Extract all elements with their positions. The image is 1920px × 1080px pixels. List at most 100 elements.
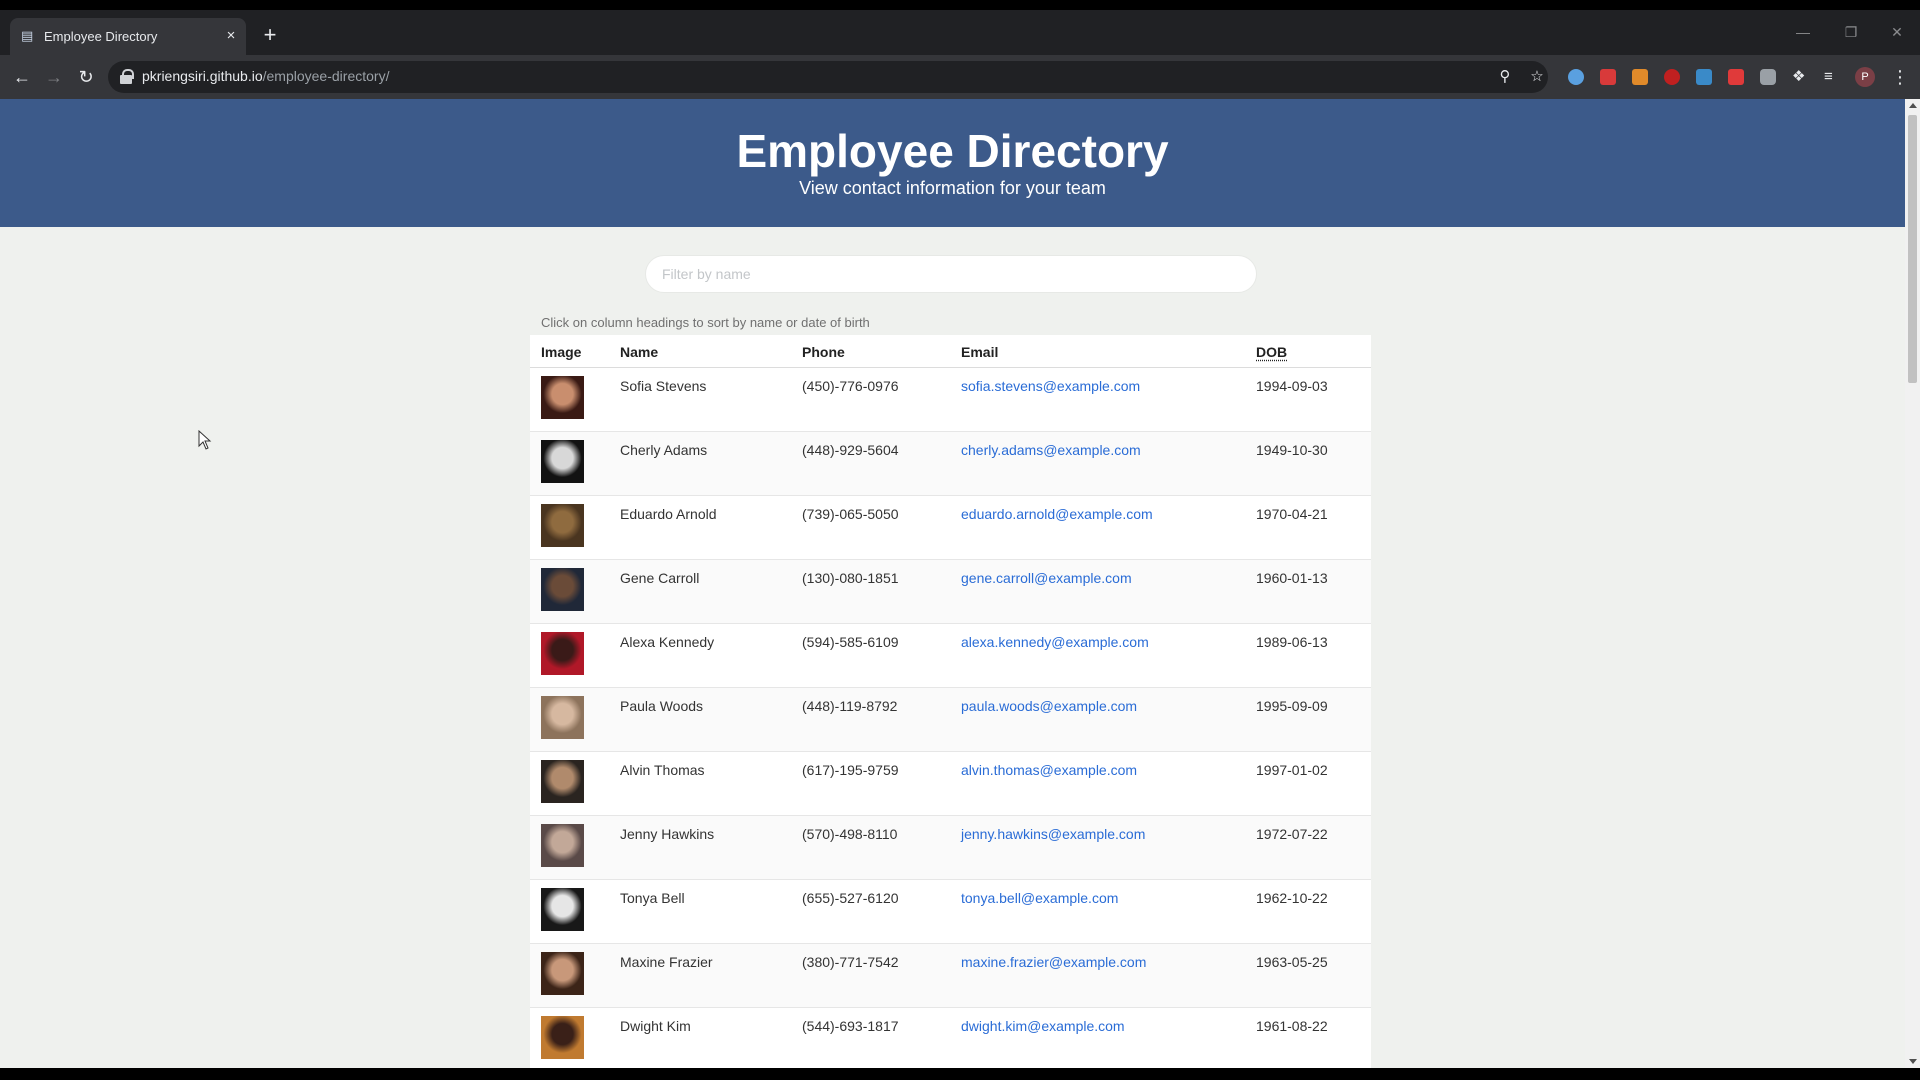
camera-icon[interactable]: [1760, 69, 1776, 85]
employee-phone: (655)-527-6120: [802, 890, 899, 906]
employee-dob: 1961-08-22: [1256, 1018, 1328, 1034]
employee-name: Maxine Frazier: [620, 954, 713, 970]
employee-phone: (570)-498-8110: [802, 826, 898, 842]
window-close-icon[interactable]: ✕: [1882, 22, 1912, 42]
employee-phone: (448)-119-8792: [802, 698, 898, 714]
table-row: Tonya Bell (655)-527-6120 tonya.bell@examp…: [530, 880, 1371, 944]
tab-title: Employee Directory: [44, 29, 158, 44]
profile-avatar[interactable]: P: [1855, 67, 1875, 87]
ublock-icon[interactable]: [1664, 69, 1680, 85]
employee-email-link[interactable]: tonya.bell@example.com: [961, 890, 1118, 906]
table-row: Sofia Stevens (450)-776-0976 sofia.stevens…: [530, 368, 1371, 432]
close-tab-icon[interactable]: ×: [220, 25, 242, 47]
employee-phone: (544)-693-1817: [802, 1018, 899, 1034]
bookmark-star-icon[interactable]: ☆: [1526, 66, 1548, 88]
browser-window: ▤ Employee Directory × + — ❐ ✕ ← → ↻ pkr…: [0, 10, 1920, 1068]
employee-email-link[interactable]: gene.carroll@example.com: [961, 570, 1132, 586]
table-row: Jenny Hawkins (570)-498-8110 jenny.hawkins…: [530, 816, 1371, 880]
employee-avatar: [541, 504, 584, 547]
employee-dob: 1960-01-13: [1256, 570, 1328, 586]
scroll-up-arrow-icon[interactable]: [1909, 103, 1917, 108]
url-text[interactable]: pkriengsiri.github.io/employee-directory…: [142, 68, 389, 84]
employee-email-link[interactable]: sofia.stevens@example.com: [961, 378, 1140, 394]
extension-cast-icon[interactable]: [1728, 69, 1744, 85]
restore-icon[interactable]: ❐: [1836, 22, 1866, 42]
page-subtitle: View contact information for your team: [799, 178, 1106, 198]
employee-name: Alvin Thomas: [620, 762, 705, 778]
extensions-puzzle-icon[interactable]: ❖: [1792, 69, 1808, 85]
employee-email-link[interactable]: alexa.kennedy@example.com: [961, 634, 1149, 650]
lock-icon: [120, 69, 134, 84]
filter-input[interactable]: [645, 255, 1257, 293]
table-row: Alexa Kennedy (594)-585-6109 alexa.kennedy…: [530, 624, 1371, 688]
employee-email-link[interactable]: dwight.kim@example.com: [961, 1018, 1125, 1034]
table-row: Alvin Thomas (617)-195-9759 alvin.thomas@e…: [530, 752, 1371, 816]
extension-red-icon[interactable]: [1600, 69, 1616, 85]
employee-email-link[interactable]: alvin.thomas@example.com: [961, 762, 1137, 778]
employee-email-link[interactable]: jenny.hawkins@example.com: [961, 826, 1145, 842]
address-bar[interactable]: pkriengsiri.github.io/employee-directory…: [108, 61, 1548, 93]
table-row: Cherly Adams (448)-929-5604 cherly.adams@e…: [530, 432, 1371, 496]
employee-dob: 1994-09-03: [1256, 378, 1328, 394]
page-title: Employee Directory: [736, 125, 1169, 177]
browser-menu-icon[interactable]: ⋮: [1890, 65, 1910, 89]
browser-toolbar: ← → ↻ pkriengsiri.github.io/employee-dir…: [0, 55, 1920, 99]
table-row: Paula Woods (448)-119-8792 paula.woods@exa…: [530, 688, 1371, 752]
employee-name: Gene Carroll: [620, 570, 700, 586]
phone-column-header: Phone: [802, 344, 845, 360]
table-row: Dwight Kim (544)-693-1817 dwight.kim@examp…: [530, 1008, 1371, 1068]
employee-name: Tonya Bell: [620, 890, 685, 906]
employee-table: Image Name Phone Email DOB Sofia Stevens…: [530, 335, 1371, 1068]
back-icon[interactable]: ←: [9, 64, 35, 90]
name-column-header[interactable]: Name: [620, 344, 658, 360]
employee-name: Alexa Kennedy: [620, 634, 715, 650]
employee-avatar: [541, 824, 584, 867]
zoom-icon[interactable]: ⚲: [1494, 66, 1516, 88]
employee-name: Paula Woods: [620, 698, 704, 714]
tab-strip: ▤ Employee Directory × + — ❐ ✕: [0, 10, 1920, 55]
dob-column-header[interactable]: DOB: [1256, 344, 1287, 360]
sort-hint: Click on column headings to sort by name…: [541, 315, 870, 330]
employee-phone: (594)-585-6109: [802, 634, 899, 650]
page-header: Employee Directory View contact informat…: [0, 99, 1905, 227]
employee-avatar: [541, 696, 584, 739]
employee-avatar: [541, 376, 584, 419]
table-row: Eduardo Arnold (739)-065-5050 eduardo.arno…: [530, 496, 1371, 560]
employee-phone: (448)-929-5604: [802, 442, 899, 458]
employee-avatar: [541, 632, 584, 675]
employee-email-link[interactable]: maxine.frazier@example.com: [961, 954, 1146, 970]
scrollbar-thumb[interactable]: [1908, 115, 1917, 383]
reload-icon[interactable]: ↻: [73, 64, 99, 90]
forward-icon[interactable]: →: [41, 64, 67, 90]
extension-blue-icon[interactable]: [1696, 69, 1712, 85]
email-column-header: Email: [961, 344, 999, 360]
scroll-down-arrow-icon[interactable]: [1909, 1059, 1917, 1064]
employee-dob: 1997-01-02: [1256, 762, 1328, 778]
employee-dob: 1995-09-09: [1256, 698, 1328, 714]
employee-phone: (380)-771-7542: [802, 954, 899, 970]
employee-email-link[interactable]: cherly.adams@example.com: [961, 442, 1141, 458]
react-devtools-icon[interactable]: [1568, 69, 1584, 85]
browser-tab[interactable]: ▤ Employee Directory ×: [10, 18, 246, 55]
employee-dob: 1949-10-30: [1256, 442, 1328, 458]
employee-name: Sofia Stevens: [620, 378, 707, 394]
table-header: Image Name Phone Email DOB: [530, 335, 1371, 368]
new-tab-button[interactable]: +: [258, 24, 282, 48]
minimize-icon[interactable]: —: [1788, 22, 1818, 42]
page-viewport: Employee Directory View contact informat…: [0, 99, 1905, 1068]
employee-phone: (617)-195-9759: [802, 762, 899, 778]
table-row: Maxine Frazier (380)-771-7542 maxine.frazi…: [530, 944, 1371, 1008]
extension-orange-icon[interactable]: [1632, 69, 1648, 85]
employee-dob: 1963-05-25: [1256, 954, 1328, 970]
reading-list-icon[interactable]: ≡: [1824, 69, 1840, 85]
employee-name: Cherly Adams: [620, 442, 708, 458]
employee-email-link[interactable]: eduardo.arnold@example.com: [961, 506, 1153, 522]
employee-name: Jenny Hawkins: [620, 826, 715, 842]
employee-email-link[interactable]: paula.woods@example.com: [961, 698, 1137, 714]
employee-avatar: [541, 952, 584, 995]
page-scrollbar[interactable]: [1905, 99, 1920, 1068]
table-row: Gene Carroll (130)-080-1851 gene.carroll@e…: [530, 560, 1371, 624]
book-icon: ▤: [21, 28, 34, 43]
employee-avatar: [541, 440, 584, 483]
employee-avatar: [541, 568, 584, 611]
